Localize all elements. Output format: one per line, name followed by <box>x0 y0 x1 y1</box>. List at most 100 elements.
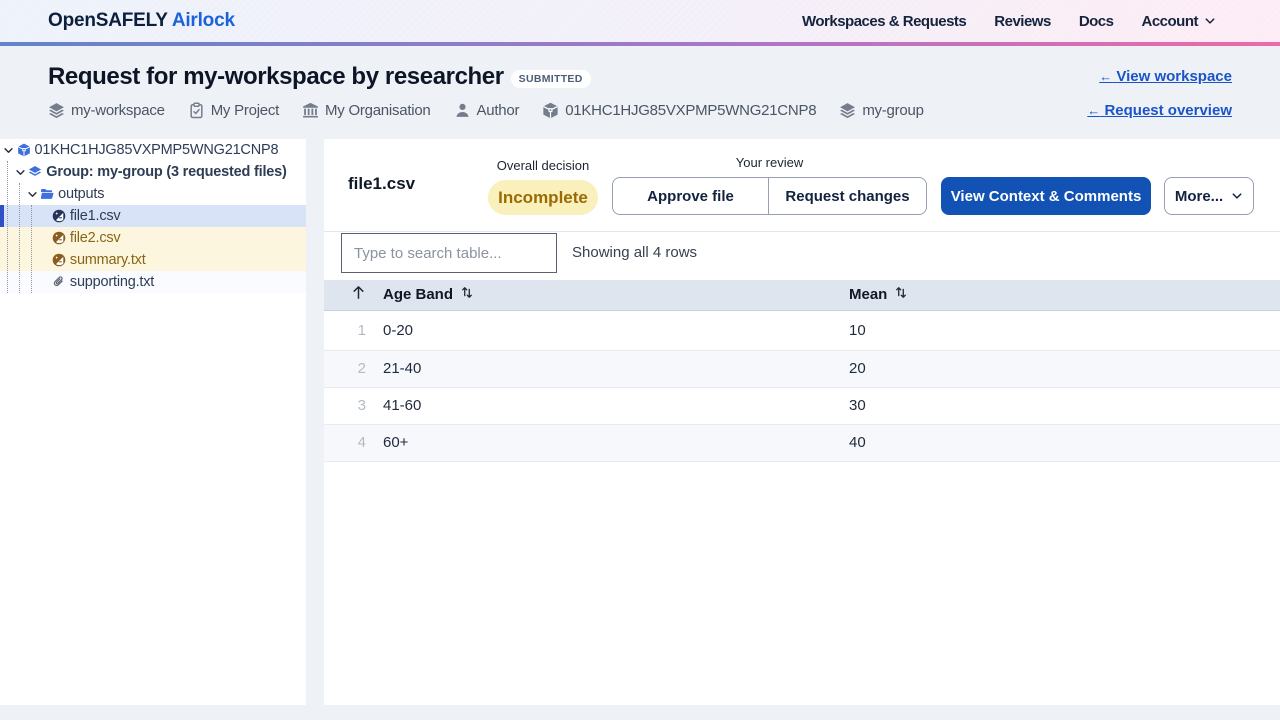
view-workspace-link[interactable]: ← View workspace <box>1099 68 1232 85</box>
meta-item: My Project <box>188 102 279 119</box>
file-review-icon <box>52 253 66 267</box>
row-number: 1 <box>324 310 375 351</box>
chevron-down-icon <box>1232 193 1242 199</box>
view-context-button[interactable]: View Context & Comments <box>941 177 1151 215</box>
nav-item-reviews[interactable]: Reviews <box>994 13 1051 30</box>
user-icon <box>455 103 469 117</box>
tree-item-outputs[interactable]: outputs <box>0 183 306 205</box>
table-row: 1 0-20 10 <box>324 310 1280 351</box>
file-review-icon <box>52 231 66 245</box>
layers-icon <box>49 103 64 119</box>
file-review-icon <box>52 209 66 223</box>
file-header: file1.csv Overall decision Incomplete Yo… <box>324 139 1280 232</box>
mean-header[interactable]: Mean <box>841 280 1280 311</box>
decision-badge: Incomplete <box>488 180 598 215</box>
table-row: 4 60+ 40 <box>324 424 1280 462</box>
chevron-down-icon <box>1205 18 1215 24</box>
approve-file-button[interactable]: Approve file <box>612 177 768 215</box>
meta-label: my-group <box>862 102 924 119</box>
review-button-group: Approve file Request changes <box>612 177 927 215</box>
navbar: OpenSAFELY Airlock Workspaces & Requests… <box>0 0 1280 46</box>
age-band-cell: 60+ <box>375 424 841 462</box>
main-panel: file1.csv Overall decision Incomplete Yo… <box>324 139 1280 705</box>
layers-icon <box>840 103 856 119</box>
page-header: Request for my-workspace by researcher S… <box>0 46 1280 139</box>
sort-icon <box>462 287 472 299</box>
row-number: 4 <box>324 424 375 462</box>
caret-down-icon <box>4 147 13 153</box>
table-row: 3 41-60 30 <box>324 387 1280 425</box>
caret-down-icon[interactable] <box>14 166 26 178</box>
meta-label: 01KHC1HJG85VXPMP5WNG21CNP8 <box>565 102 817 119</box>
folder-open-icon <box>40 189 54 199</box>
tree-item-file1-csv[interactable]: file1.csv <box>0 205 306 227</box>
tree-item-file2-csv[interactable]: file2.csv <box>0 227 306 249</box>
tree-item-supporting-txt[interactable]: supporting.txt <box>0 271 306 293</box>
age-band-cell: 0-20 <box>375 310 841 351</box>
cube-icon <box>543 102 558 119</box>
row-number: 2 <box>324 350 375 388</box>
file-tree-sidebar: 01KHC1HJG85VXPMP5WNG21CNP8 Group: my-grou… <box>0 139 306 705</box>
request-overview-link[interactable]: ← Request overview <box>1087 102 1232 119</box>
brand-secondary: Airlock <box>171 10 235 31</box>
clipboard-check-icon <box>190 102 203 119</box>
building-columns-icon <box>303 102 318 118</box>
caret-down-icon[interactable] <box>26 188 38 200</box>
rownum-header[interactable] <box>324 280 375 311</box>
paperclip-icon <box>53 276 63 287</box>
sort-ascending-icon <box>351 285 366 304</box>
search-input[interactable] <box>341 233 557 273</box>
row-number: 3 <box>324 387 375 425</box>
nav-item-docs[interactable]: Docs <box>1079 13 1114 30</box>
meta-label: my-workspace <box>71 102 165 119</box>
sort-icon <box>894 285 908 304</box>
age-band-header[interactable]: Age Band <box>375 280 841 311</box>
mean-cell: 40 <box>841 424 1280 462</box>
caret-down-icon[interactable] <box>3 144 15 156</box>
request-meta: my-workspace My Project My Organisation Aut… <box>48 102 1232 119</box>
meta-item: 01KHC1HJG85VXPMP5WNG21CNP8 <box>542 102 817 119</box>
nav-item-account[interactable]: Account <box>1142 13 1217 30</box>
meta-label: Author <box>476 102 520 119</box>
table-row: 2 21-40 20 <box>324 350 1280 388</box>
file-tree: 01KHC1HJG85VXPMP5WNG21CNP8 Group: my-grou… <box>0 139 306 293</box>
mean-cell: 30 <box>841 387 1280 425</box>
age-band-cell: 41-60 <box>375 387 841 425</box>
tree-item-group-my-group-3-requested-files-[interactable]: Group: my-group (3 requested files) <box>0 161 306 183</box>
tree-item-01khc1hjg85vxpmp5wng21cnp8[interactable]: 01KHC1HJG85VXPMP5WNG21CNP8 <box>0 139 306 161</box>
mean-cell: 20 <box>841 350 1280 388</box>
meta-item: Author <box>454 102 520 119</box>
meta-item: my-workspace <box>48 102 165 119</box>
meta-item: my-group <box>839 102 924 119</box>
meta-item: My Organisation <box>302 102 431 119</box>
meta-label: My Organisation <box>325 102 431 119</box>
overall-decision-label: Overall decision <box>496 158 590 173</box>
table-section: Showing all 4 rows Age Band Mean 10-2010… <box>324 232 1280 462</box>
cube-icon <box>17 143 30 157</box>
sort-icon <box>896 287 907 299</box>
meta-label: My Project <box>210 102 280 119</box>
age-band-cell: 21-40 <box>375 350 841 388</box>
mean-cell: 10 <box>841 310 1280 351</box>
layout-gap <box>306 139 324 705</box>
tree-guide-line <box>18 183 20 293</box>
your-review-label: Your review <box>735 155 804 170</box>
page-title: Request for my-workspace by researcher <box>48 63 504 90</box>
caret-down-icon <box>16 169 25 175</box>
brand-logo[interactable]: OpenSAFELY Airlock <box>48 10 235 32</box>
file-title: file1.csv <box>348 174 416 193</box>
sort-icon <box>460 285 474 304</box>
more-button[interactable]: More... <box>1164 177 1254 215</box>
tree-item-summary-txt[interactable]: summary.txt <box>0 249 306 271</box>
arrow-up-icon <box>353 286 364 300</box>
data-table: Age Band Mean 1 0-20 10 2 21-40 20 3 41-60 30 4 60… <box>324 280 1280 462</box>
tree-guide-line <box>6 161 8 293</box>
tree-guide-line <box>30 205 32 293</box>
request-changes-button[interactable]: Request changes <box>768 177 927 215</box>
status-badge: SUBMITTED <box>510 70 591 88</box>
nav-item-workspaces[interactable]: Workspaces & Requests <box>802 13 967 30</box>
rows-status: Showing all 4 rows <box>572 244 698 261</box>
brand-primary: OpenSAFELY <box>48 10 168 31</box>
layers-icon <box>29 166 42 176</box>
caret-down-icon <box>27 191 37 197</box>
